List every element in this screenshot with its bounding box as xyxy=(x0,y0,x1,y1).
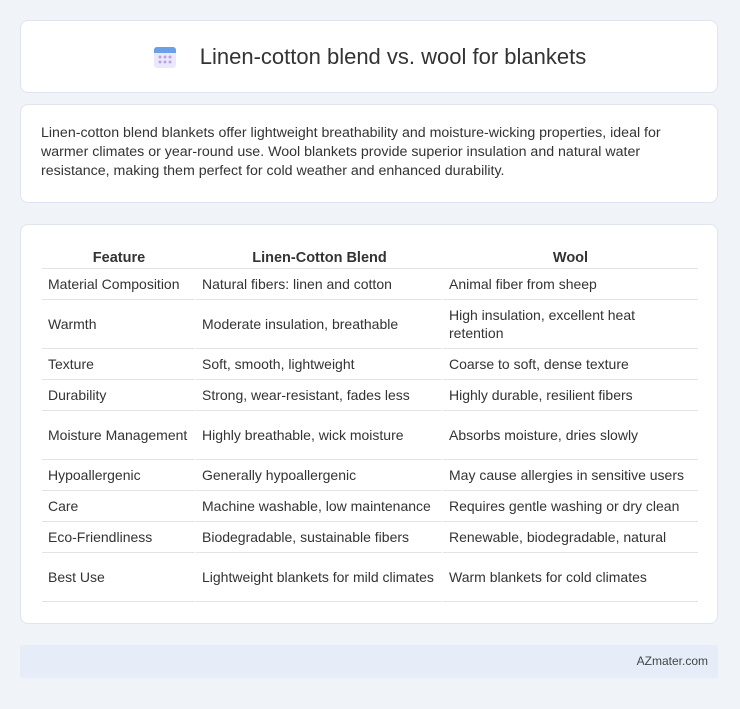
feature-cell: Material Composition xyxy=(42,269,196,300)
table-row: Durability Strong, wear-resistant, fades… xyxy=(42,380,698,411)
feature-cell: Hypoallergenic xyxy=(42,460,196,491)
linen-cotton-cell: Lightweight blankets for mild climates xyxy=(196,553,443,602)
wool-cell: Absorbs moisture, dries slowly xyxy=(443,411,698,460)
linen-cotton-cell: Generally hypoallergenic xyxy=(196,460,443,491)
wool-cell: High insulation, excellent heat retentio… xyxy=(443,300,698,349)
table-row: Texture Soft, smooth, lightweight Coarse… xyxy=(42,349,698,380)
linen-cotton-cell: Highly breathable, wick moisture xyxy=(196,411,443,460)
wool-cell: Requires gentle washing or dry clean xyxy=(443,491,698,522)
feature-cell: Warmth xyxy=(42,300,196,349)
footer-bar: AZmater.com xyxy=(20,645,718,678)
linen-cotton-cell: Natural fibers: linen and cotton xyxy=(196,269,443,300)
column-header-wool: Wool xyxy=(443,243,698,269)
table-row: Material Composition Natural fibers: lin… xyxy=(42,269,698,300)
wool-cell: Highly durable, resilient fibers xyxy=(443,380,698,411)
feature-cell: Care xyxy=(42,491,196,522)
table-header-row: Feature Linen-Cotton Blend Wool xyxy=(42,243,698,269)
wool-cell: Warm blankets for cold climates xyxy=(443,553,698,602)
linen-cotton-cell: Strong, wear-resistant, fades less xyxy=(196,380,443,411)
table-row: Warmth Moderate insulation, breathable H… xyxy=(42,300,698,349)
feature-cell: Best Use xyxy=(42,553,196,602)
table-row: Moisture Management Highly breathable, w… xyxy=(42,411,698,460)
table-row: Best Use Lightweight blankets for mild c… xyxy=(42,553,698,602)
table-row: Care Machine washable, low maintenance R… xyxy=(42,491,698,522)
feature-cell: Moisture Management xyxy=(42,411,196,460)
page-title: Linen-cotton blend vs. wool for blankets xyxy=(199,43,587,69)
table-row: Eco-Friendliness Biodegradable, sustaina… xyxy=(42,522,698,553)
feature-cell: Texture xyxy=(42,349,196,380)
comparison-table: Feature Linen-Cotton Blend Wool Material… xyxy=(42,243,698,602)
feature-cell: Durability xyxy=(42,380,196,411)
wool-cell: Coarse to soft, dense texture xyxy=(443,349,698,380)
column-header-feature: Feature xyxy=(42,243,196,269)
table-row: Hypoallergenic Generally hypoallergenic … xyxy=(42,460,698,491)
wool-cell: May cause allergies in sensitive users xyxy=(443,460,698,491)
wool-cell: Animal fiber from sheep xyxy=(443,269,698,300)
column-header-linen-cotton: Linen-Cotton Blend xyxy=(196,243,443,269)
comparison-card: Feature Linen-Cotton Blend Wool Material… xyxy=(20,224,718,624)
linen-cotton-cell: Soft, smooth, lightweight xyxy=(196,349,443,380)
feature-cell: Eco-Friendliness xyxy=(42,522,196,553)
calendar-icon xyxy=(152,44,178,70)
wool-cell: Renewable, biodegradable, natural xyxy=(443,522,698,553)
intro-card: Linen-cotton blend blankets offer lightw… xyxy=(20,104,718,203)
footer-brand: AZmater.com xyxy=(636,654,708,668)
linen-cotton-cell: Biodegradable, sustainable fibers xyxy=(196,522,443,553)
linen-cotton-cell: Moderate insulation, breathable xyxy=(196,300,443,349)
intro-paragraph: Linen-cotton blend blankets offer lightw… xyxy=(41,125,661,179)
title-card: Linen-cotton blend vs. wool for blankets xyxy=(20,20,718,93)
linen-cotton-cell: Machine washable, low maintenance xyxy=(196,491,443,522)
